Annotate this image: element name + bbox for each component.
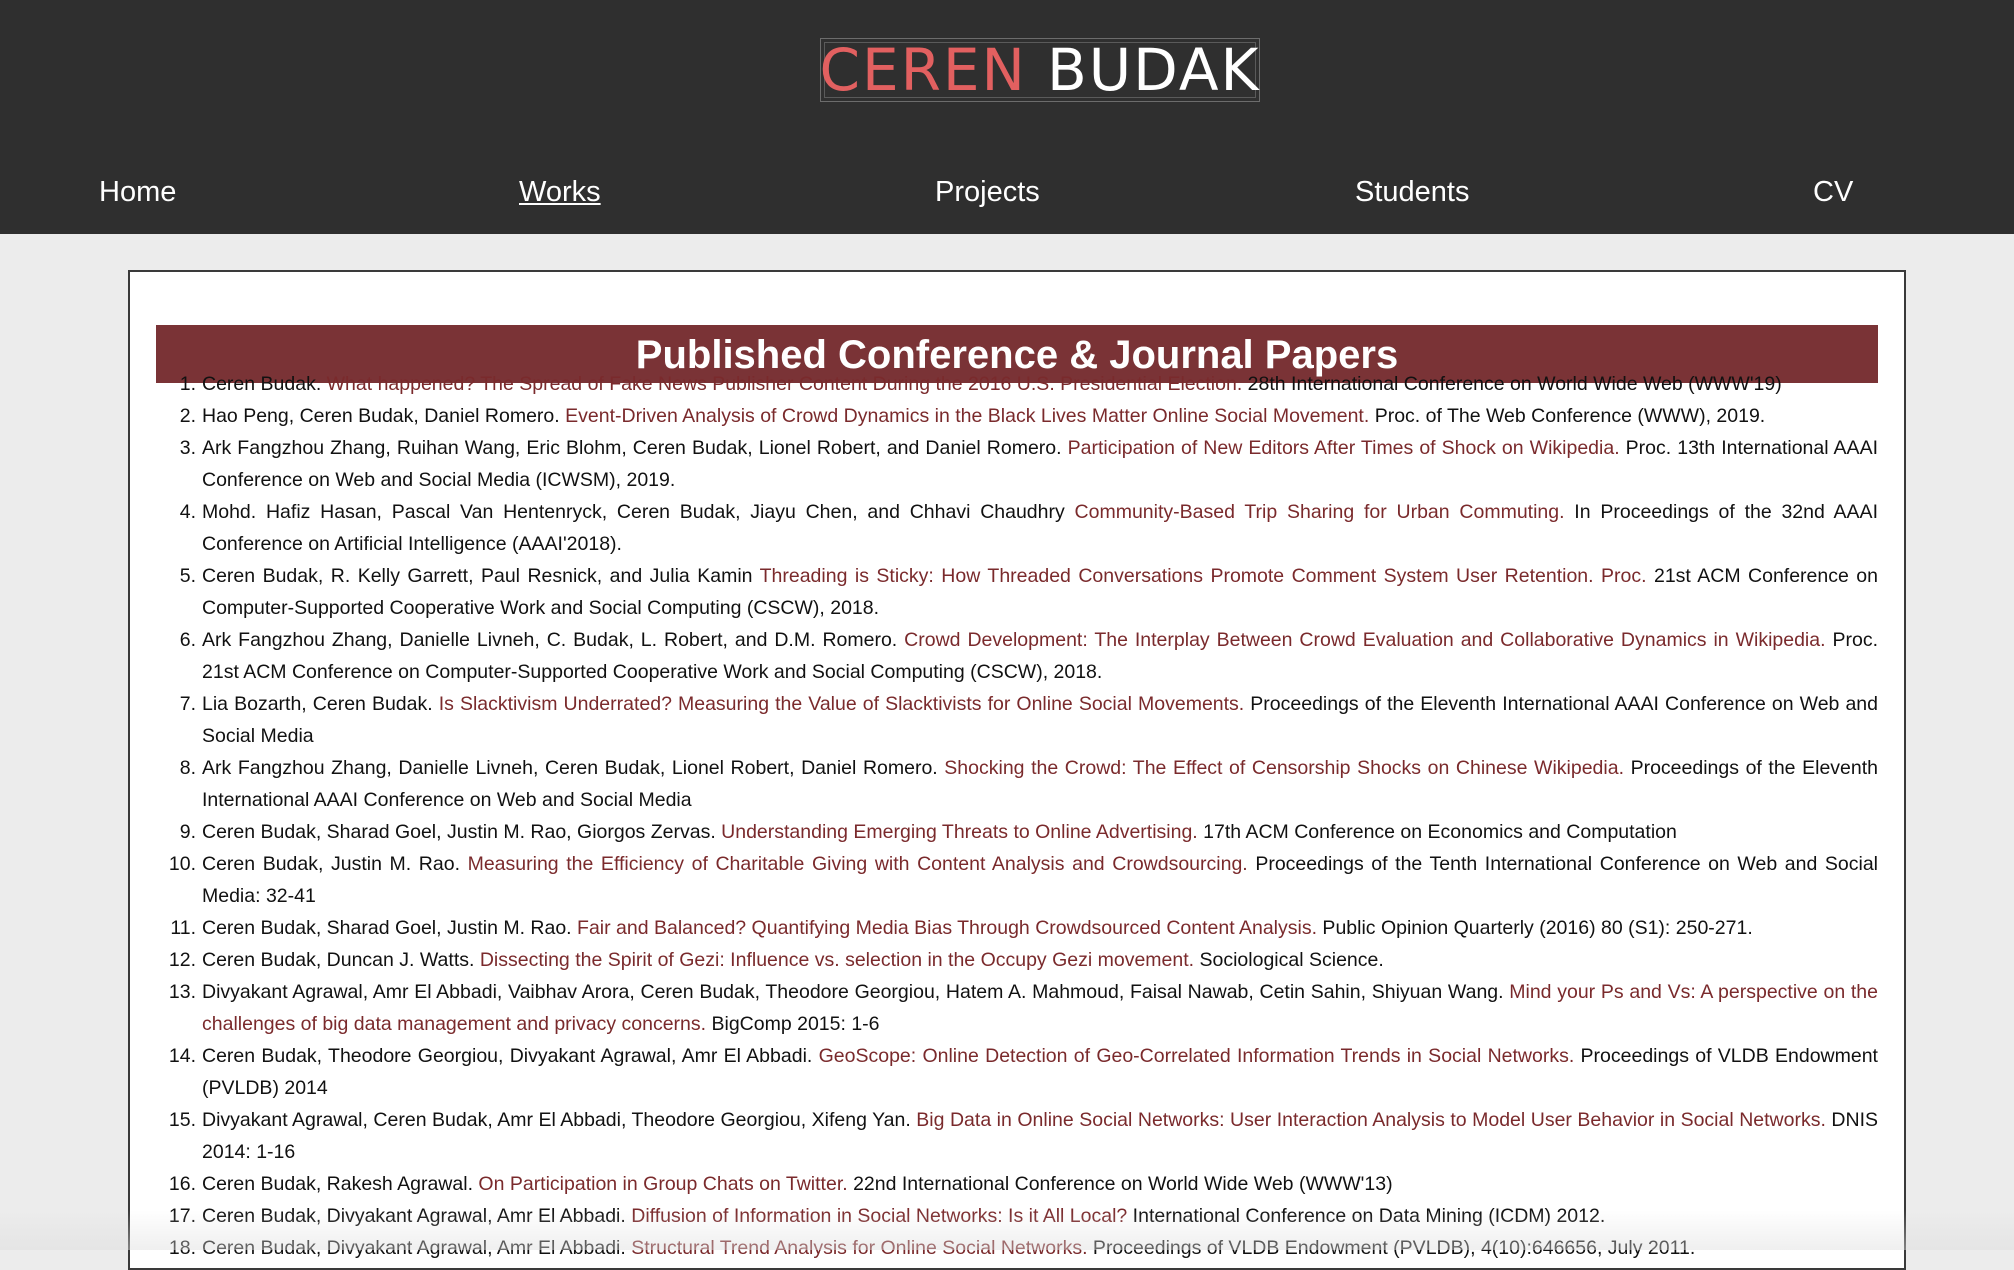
paper-authors: Ceren Budak, Sharad Goel, Justin M. Rao. [202,917,578,939]
paper-number: 9. [179,821,196,843]
paper-venue: 22nd International Conference on World W… [847,1173,1393,1195]
paper-title-link[interactable]: Dissecting the Spirit of Gezi: Influence… [480,949,1194,971]
paper-item: 9. Ceren Budak, Sharad Goel, Justin M. Ra… [178,816,1878,848]
paper-number: 12. [168,949,196,971]
paper-authors: Divyakant Agrawal, Ceren Budak, Amr El A… [202,1109,917,1131]
paper-title-link[interactable]: Crowd Development: The Interplay Between… [904,629,1825,651]
logo-last-name: BUDAK [1046,36,1261,104]
paper-authors: Ceren Budak, Rakesh Agrawal. [202,1173,479,1195]
paper-title-link[interactable]: Shocking the Crowd: The Effect of Censor… [944,757,1624,779]
paper-item: 15. Divyakant Agrawal, Ceren Budak, Amr E… [169,1104,1878,1168]
logo-first-name: CEREN [819,36,1027,104]
nav-works[interactable]: Works [519,176,601,209]
content-panel: Published Conference & Journal Papers 1.… [128,270,1906,1270]
paper-authors: Ceren Budak, Justin M. Rao. [202,853,468,875]
paper-authors: Ark Fangzhou Zhang, Danielle Livneh, Cer… [202,757,945,779]
nav-students[interactable]: Students [1355,176,1469,209]
paper-authors: Ceren Budak, Divyakant Agrawal, Amr El A… [202,1237,632,1259]
paper-number: 18. [168,1237,196,1259]
paper-authors: Hao Peng, Ceren Budak, Daniel Romero. [202,405,566,427]
paper-title-link[interactable]: Community-Based Trip Sharing for Urban C… [1075,501,1565,523]
paper-item: 7. Lia Bozarth, Ceren Budak. Is Slacktivi… [178,688,1878,752]
paper-number: 16. [168,1173,196,1195]
paper-venue: BigComp 2015: 1-6 [706,1013,880,1035]
paper-authors: Ceren Budak, Sharad Goel, Justin M. Rao,… [202,821,722,843]
paper-title-link[interactable]: Structural Trend Analysis for Online Soc… [631,1237,1087,1259]
paper-number: 17. [168,1205,196,1227]
paper-number: 4. [179,501,196,523]
paper-authors: Lia Bozarth, Ceren Budak. [202,693,439,715]
paper-venue: 28th International Conference on World W… [1242,373,1782,395]
paper-number: 5. [179,565,196,587]
nav-cv[interactable]: CV [1813,176,1853,209]
paper-item: 10. Ceren Budak, Justin M. Rao. Measuring… [169,848,1878,912]
paper-venue: International Conference on Data Mining … [1127,1205,1606,1227]
site-header: CEREN BUDAK Home Works Projects Students… [0,0,2014,234]
paper-authors: Ark Fangzhou Zhang, Danielle Livneh, C. … [202,629,905,651]
nav-home[interactable]: Home [99,176,176,209]
site-logo[interactable]: CEREN BUDAK [819,36,1261,104]
paper-title-link[interactable]: What happened? The Spread of Fake News P… [327,373,1243,395]
paper-item: 11. Ceren Budak, Sharad Goel, Justin M. R… [170,912,1878,944]
paper-number: 6. [179,629,196,651]
paper-number: 1. [179,373,196,395]
paper-title-link[interactable]: On Participation in Group Chats on Twitt… [478,1173,847,1195]
paper-title-link[interactable]: Threading is Sticky: How Threaded Conver… [760,565,1647,587]
paper-number: 14. [168,1045,196,1067]
paper-number: 2. [179,405,196,427]
paper-authors: Ceren Budak. [202,373,327,395]
paper-item: 14. Ceren Budak, Theodore Georgiou, Divya… [169,1040,1878,1104]
paper-number: 3. [179,437,196,459]
paper-number: 13. [168,981,196,1003]
paper-title-link[interactable]: Understanding Emerging Threats to Online… [721,821,1198,843]
paper-item: 18. Ceren Budak, Divyakant Agrawal, Amr E… [169,1232,1878,1264]
nav-projects[interactable]: Projects [935,176,1040,209]
paper-number: 11. [170,917,196,939]
paper-title-link[interactable]: Fair and Balanced? Quantifying Media Bia… [577,917,1317,939]
paper-authors: Ceren Budak, Duncan J. Watts. [202,949,480,971]
paper-title-link[interactable]: Event-Driven Analysis of Crowd Dynamics … [565,405,1369,427]
paper-item: 1. Ceren Budak. What happened? The Spread… [178,368,1878,400]
paper-number: 8. [179,757,196,779]
paper-item: 8. Ark Fangzhou Zhang, Danielle Livneh, C… [178,752,1878,816]
paper-item: 12. Ceren Budak, Duncan J. Watts. Dissect… [169,944,1878,976]
paper-item: 5. Ceren Budak, R. Kelly Garrett, Paul Re… [178,560,1878,624]
paper-authors: Divyakant Agrawal, Amr El Abbadi, Vaibha… [202,981,1510,1003]
paper-list: 1. Ceren Budak. What happened? The Spread… [169,368,1878,1264]
paper-title-link[interactable]: Big Data in Online Social Networks: User… [916,1109,1826,1131]
paper-authors: Ceren Budak, Theodore Georgiou, Divyakan… [202,1045,819,1067]
paper-item: 4. Mohd. Hafiz Hasan, Pascal Van Hentenry… [178,496,1878,560]
paper-item: 2. Hao Peng, Ceren Budak, Daniel Romero. … [178,400,1878,432]
paper-title-link[interactable]: Diffusion of Information in Social Netwo… [631,1205,1127,1227]
paper-authors: Ceren Budak, Divyakant Agrawal, Amr El A… [202,1205,632,1227]
main-nav: Home Works Projects Students CV [0,170,2014,218]
paper-number: 15. [168,1109,196,1131]
paper-authors: Mohd. Hafiz Hasan, Pascal Van Hentenryck… [202,501,1075,523]
paper-item: 3. Ark Fangzhou Zhang, Ruihan Wang, Eric … [178,432,1878,496]
paper-item: 6. Ark Fangzhou Zhang, Danielle Livneh, C… [178,624,1878,688]
paper-venue: 17th ACM Conference on Economics and Com… [1197,821,1677,843]
paper-title-link[interactable]: Is Slacktivism Underrated? Measuring the… [439,693,1245,715]
paper-item: 17. Ceren Budak, Divyakant Agrawal, Amr E… [169,1200,1878,1232]
paper-item: 16. Ceren Budak, Rakesh Agrawal. On Parti… [169,1168,1878,1200]
paper-item: 13. Divyakant Agrawal, Amr El Abbadi, Vai… [169,976,1878,1040]
paper-number: 7. [179,693,196,715]
paper-venue: Proceedings of VLDB Endowment (PVLDB), 4… [1087,1237,1696,1259]
paper-authors: Ark Fangzhou Zhang, Ruihan Wang, Eric Bl… [202,437,1068,459]
paper-authors: Ceren Budak, R. Kelly Garrett, Paul Resn… [202,565,760,587]
paper-title-link[interactable]: Measuring the Efficiency of Charitable G… [468,853,1248,875]
paper-number: 10. [168,853,196,875]
paper-venue: Proc. of The Web Conference (WWW), 2019. [1369,405,1766,427]
paper-title-link[interactable]: GeoScope: Online Detection of Geo-Correl… [819,1045,1575,1067]
paper-venue: Public Opinion Quarterly (2016) 80 (S1):… [1317,917,1753,939]
paper-title-link[interactable]: Participation of New Editors After Times… [1068,437,1620,459]
paper-venue: Sociological Science. [1194,949,1384,971]
